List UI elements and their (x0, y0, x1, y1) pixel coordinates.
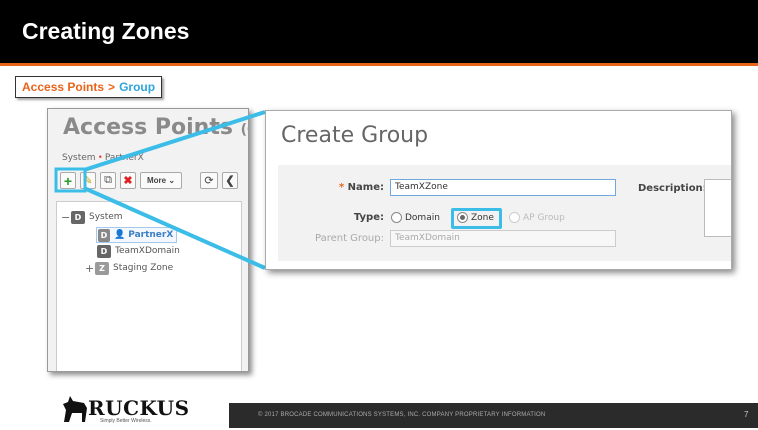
dog-logo-icon (63, 396, 87, 422)
plus-icon: + (63, 172, 73, 189)
breadcrumb-access-points: Access Points (22, 80, 105, 94)
tree-node-system[interactable]: − D System (61, 210, 123, 224)
breadcrumb-separator: > (108, 80, 116, 94)
name-label: * Name: (284, 182, 384, 193)
tree-node-label: System (89, 212, 123, 222)
user-icon: 👤 (114, 230, 126, 240)
expand-node-icon[interactable]: + (85, 262, 95, 275)
radio-circle-icon (509, 212, 520, 223)
domain-badge-icon: D (98, 228, 110, 242)
radio-circle-icon (391, 212, 402, 223)
tree-node-teamxdomain[interactable]: D TeamXDomain (97, 244, 180, 258)
type-radio-ap-group[interactable]: AP Group (509, 212, 565, 223)
logo-tagline: Simply Better Wireless. (100, 418, 152, 424)
crumb-root[interactable]: System (62, 153, 96, 163)
tree-node-label: PartnerX (128, 230, 174, 240)
access-points-panel-body: Access Points (0) System•PartnerX + ✎ ⧉ … (48, 109, 248, 371)
access-points-title-text: Access Points (63, 115, 233, 140)
edit-button[interactable]: ✎ (80, 172, 96, 189)
more-label: More (146, 176, 167, 185)
description-textarea[interactable] (704, 179, 731, 237)
parent-group-label: Parent Group: (314, 233, 384, 244)
pencil-icon: ✎ (83, 175, 93, 187)
type-radio-domain[interactable]: Domain (391, 212, 440, 223)
slide-title: Creating Zones (22, 18, 190, 44)
required-marker: * (338, 182, 345, 193)
domain-tree: − D System D 👤 PartnerX D TeamXDomain + … (56, 201, 242, 371)
breadcrumb: Access Points > Group (15, 76, 163, 98)
ruckus-logo: RUCKUS Simply Better Wireless. (60, 392, 200, 426)
zone-option-highlight (451, 208, 502, 229)
clone-button[interactable]: ⧉ (100, 172, 116, 189)
chevron-left-icon: ❮ (225, 175, 235, 187)
clone-icon: ⧉ (104, 174, 112, 186)
add-button[interactable]: + (60, 172, 76, 189)
create-group-form: * Name: TeamXZone Description: Type: Dom… (278, 165, 731, 261)
collapse-button[interactable]: ❮ (222, 172, 238, 189)
tree-node-partnerx[interactable]: D 👤 PartnerX (96, 227, 178, 243)
radio-label: AP Group (523, 212, 565, 223)
tree-node-label: TeamXDomain (115, 246, 180, 256)
parent-group-input[interactable]: TeamXDomain (390, 230, 616, 247)
refresh-button[interactable]: ⟳ (200, 172, 218, 189)
domain-badge-icon: D (71, 210, 85, 224)
delete-button[interactable]: ✖ (120, 172, 136, 189)
access-points-panel: Access Points (0) System•PartnerX + ✎ ⧉ … (47, 108, 249, 372)
crumb-current: PartnerX (104, 153, 144, 163)
chevron-down-icon: ⌄ (168, 176, 176, 185)
x-icon: ✖ (123, 175, 133, 187)
description-label: Description: (638, 183, 707, 194)
zone-badge-icon: Z (95, 261, 109, 275)
radio-label: Domain (405, 212, 440, 223)
page-number: 7 (744, 410, 749, 419)
domain-badge-icon: D (97, 244, 111, 258)
access-points-crumb: System • PartnerX (62, 153, 144, 163)
title-bar: Creating Zones (0, 0, 758, 63)
name-label-text: Name: (347, 182, 384, 193)
create-group-dialog: Create Group * Name: TeamXZone Descripti… (265, 110, 732, 270)
collapse-node-icon[interactable]: − (61, 211, 71, 224)
breadcrumb-group: Group (119, 80, 156, 94)
more-dropdown[interactable]: More ⌄ (140, 172, 182, 189)
name-input[interactable]: TeamXZone (390, 179, 616, 196)
refresh-icon: ⟳ (204, 175, 214, 187)
crumb-separator-icon: • (97, 153, 103, 163)
title-divider (0, 63, 758, 66)
tree-node-staging-zone[interactable]: + Z Staging Zone (85, 261, 173, 275)
access-points-count: (0) (240, 122, 248, 138)
footer-copyright: © 2017 BROCADE COMMUNICATIONS SYSTEMS, I… (258, 412, 546, 418)
logo-wordmark: RUCKUS (88, 396, 190, 420)
create-group-title: Create Group (281, 123, 429, 148)
type-label: Type: (353, 212, 384, 223)
access-points-title: Access Points (0) (63, 115, 248, 140)
tree-node-label: Staging Zone (113, 263, 174, 273)
